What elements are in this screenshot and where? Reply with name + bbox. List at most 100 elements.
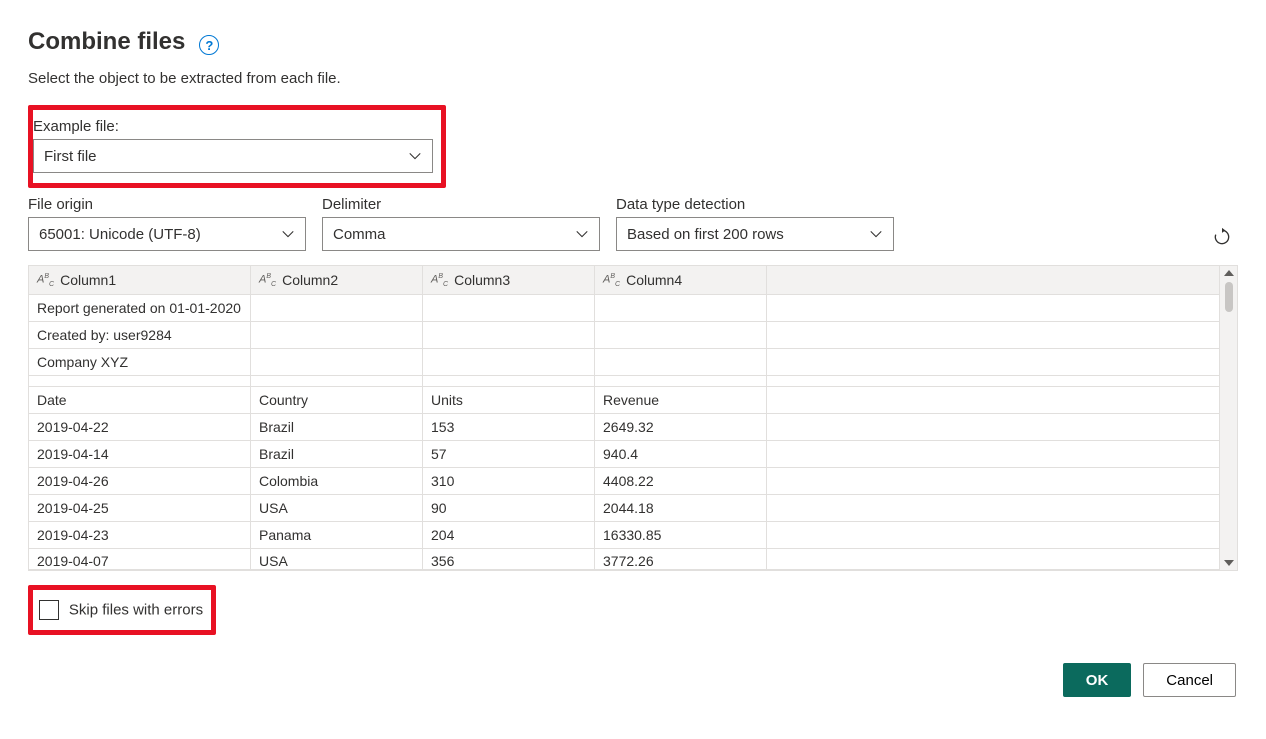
table-cell: Company XYZ [29,349,251,375]
table-cell: 940.4 [595,441,767,467]
table-cell: Colombia [251,468,423,494]
chevron-down-icon [408,149,422,163]
text-type-icon: ABC [259,273,276,288]
column-header-filler [767,266,1219,294]
table-cell [251,295,423,321]
table-cell: 153 [423,414,595,440]
table-cell: 310 [423,468,595,494]
skip-files-label: Skip files with errors [69,602,203,619]
skip-files-checkbox[interactable] [39,600,59,620]
scroll-thumb[interactable] [1225,282,1233,312]
table-row[interactable]: 2019-04-07USA3563772.26 [29,549,1219,570]
table-cell [251,322,423,348]
table-cell [595,322,767,348]
column-header[interactable]: ABCColumn3 [423,266,595,294]
table-row[interactable]: 2019-04-14Brazil57940.4 [29,441,1219,468]
table-row[interactable]: 2019-04-25USA902044.18 [29,495,1219,522]
delimiter-value: Comma [333,226,386,243]
table-cell [251,376,423,386]
table-cell: 2044.18 [595,495,767,521]
table-cell: 2649.32 [595,414,767,440]
column-header[interactable]: ABCColumn4 [595,266,767,294]
file-origin-label: File origin [28,196,306,213]
example-file-highlight: Example file: First file [28,105,446,188]
table-cell [423,295,595,321]
preview-grid: ABCColumn1 ABCColumn2 ABCColumn3 ABCColu… [28,265,1238,571]
table-cell: Report generated on 01-01-2020 [29,295,251,321]
table-cell: USA [251,495,423,521]
table-cell-filler [767,322,1219,348]
chevron-down-icon [869,227,883,241]
table-row[interactable]: 2019-04-26Colombia3104408.22 [29,468,1219,495]
table-cell [423,349,595,375]
table-row[interactable]: DateCountryUnitsRevenue [29,387,1219,414]
example-file-dropdown[interactable]: First file [33,139,433,173]
table-cell: 204 [423,522,595,548]
data-type-detection-dropdown[interactable]: Based on first 200 rows [616,217,894,251]
table-cell-filler [767,468,1219,494]
help-icon[interactable]: ? [199,35,219,55]
file-origin-value: 65001: Unicode (UTF-8) [39,226,201,243]
table-cell: 2019-04-07 [29,549,251,569]
ok-button[interactable]: OK [1063,663,1132,697]
table-cell: 90 [423,495,595,521]
table-row[interactable]: 2019-04-22Brazil1532649.32 [29,414,1219,441]
table-cell-filler [767,295,1219,321]
table-row[interactable] [29,376,1219,387]
table-cell [595,376,767,386]
table-row[interactable]: Created by: user9284 [29,322,1219,349]
skip-files-highlight: Skip files with errors [28,585,216,635]
table-cell: Country [251,387,423,413]
table-cell: Created by: user9284 [29,322,251,348]
column-header[interactable]: ABCColumn2 [251,266,423,294]
refresh-icon[interactable] [1212,227,1232,247]
table-cell: USA [251,549,423,569]
vertical-scrollbar[interactable] [1219,266,1237,570]
table-cell-filler [767,441,1219,467]
grid-header: ABCColumn1 ABCColumn2 ABCColumn3 ABCColu… [29,266,1219,295]
table-row[interactable]: 2019-04-23Panama20416330.85 [29,522,1219,549]
table-cell: 3772.26 [595,549,767,569]
table-cell-filler [767,522,1219,548]
table-cell: 2019-04-22 [29,414,251,440]
table-cell: 57 [423,441,595,467]
table-cell: 356 [423,549,595,569]
delimiter-dropdown[interactable]: Comma [322,217,600,251]
text-type-icon: ABC [37,273,54,288]
table-cell: Units [423,387,595,413]
table-cell: 2019-04-26 [29,468,251,494]
chevron-down-icon [281,227,295,241]
table-cell: Revenue [595,387,767,413]
table-cell-filler [767,376,1219,386]
table-cell: Brazil [251,414,423,440]
table-cell: 16330.85 [595,522,767,548]
table-cell-filler [767,387,1219,413]
scroll-down-arrow-icon[interactable] [1224,560,1234,566]
table-cell [251,349,423,375]
file-origin-dropdown[interactable]: 65001: Unicode (UTF-8) [28,217,306,251]
scroll-up-arrow-icon[interactable] [1224,270,1234,276]
table-cell: 4408.22 [595,468,767,494]
cancel-button[interactable]: Cancel [1143,663,1236,697]
table-cell [423,376,595,386]
example-file-value: First file [44,148,97,165]
table-cell [29,376,251,386]
table-row[interactable]: Report generated on 01-01-2020 [29,295,1219,322]
column-header[interactable]: ABCColumn1 [29,266,251,294]
table-cell [595,349,767,375]
table-row[interactable]: Company XYZ [29,349,1219,376]
table-cell: 2019-04-14 [29,441,251,467]
table-cell [423,322,595,348]
table-cell: 2019-04-23 [29,522,251,548]
example-file-label: Example file: [33,118,435,135]
text-type-icon: ABC [431,273,448,288]
delimiter-label: Delimiter [322,196,600,213]
chevron-down-icon [575,227,589,241]
subtitle: Select the object to be extracted from e… [28,70,1238,87]
data-type-detection-value: Based on first 200 rows [627,226,784,243]
table-cell-filler [767,414,1219,440]
table-cell: 2019-04-25 [29,495,251,521]
table-cell-filler [767,495,1219,521]
table-cell [595,295,767,321]
table-cell: Date [29,387,251,413]
